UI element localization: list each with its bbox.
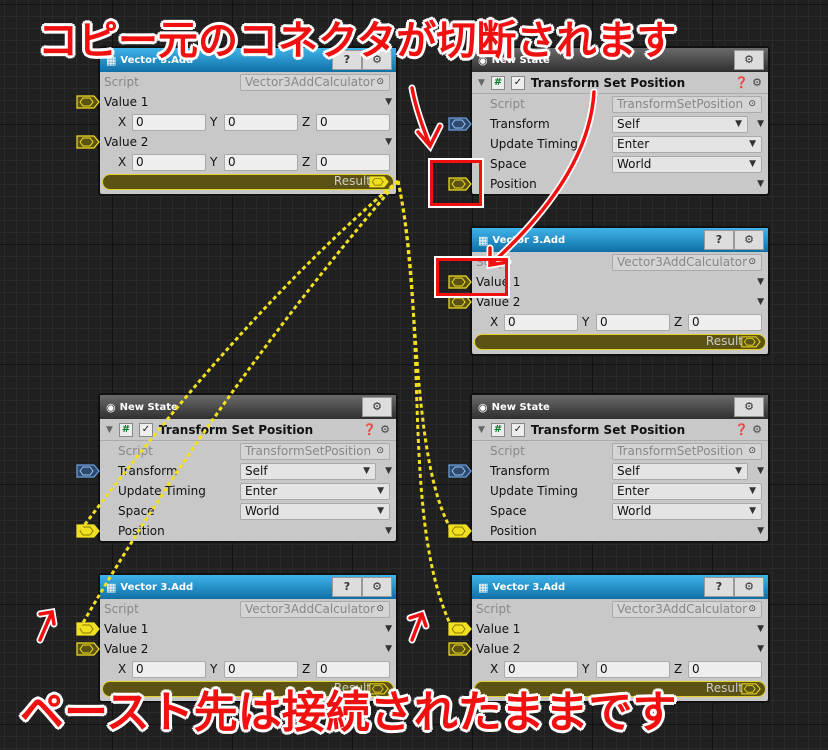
connection-result-to-position-left (78, 179, 399, 532)
highlight-disconnected-value (434, 256, 510, 298)
annotation-top: コピー元のコネクタが切断されます (38, 18, 677, 64)
highlight-disconnected-position (428, 158, 484, 208)
annotation-bottom: ペースト先は接続されたままです (20, 687, 677, 738)
connection-result-to-position-right (396, 180, 454, 532)
connection-result-to-value1-left (78, 180, 400, 629)
arrow-curved (486, 88, 598, 270)
connection-result-to-value1-right (396, 180, 454, 629)
connection-overlay (36, 84, 598, 644)
